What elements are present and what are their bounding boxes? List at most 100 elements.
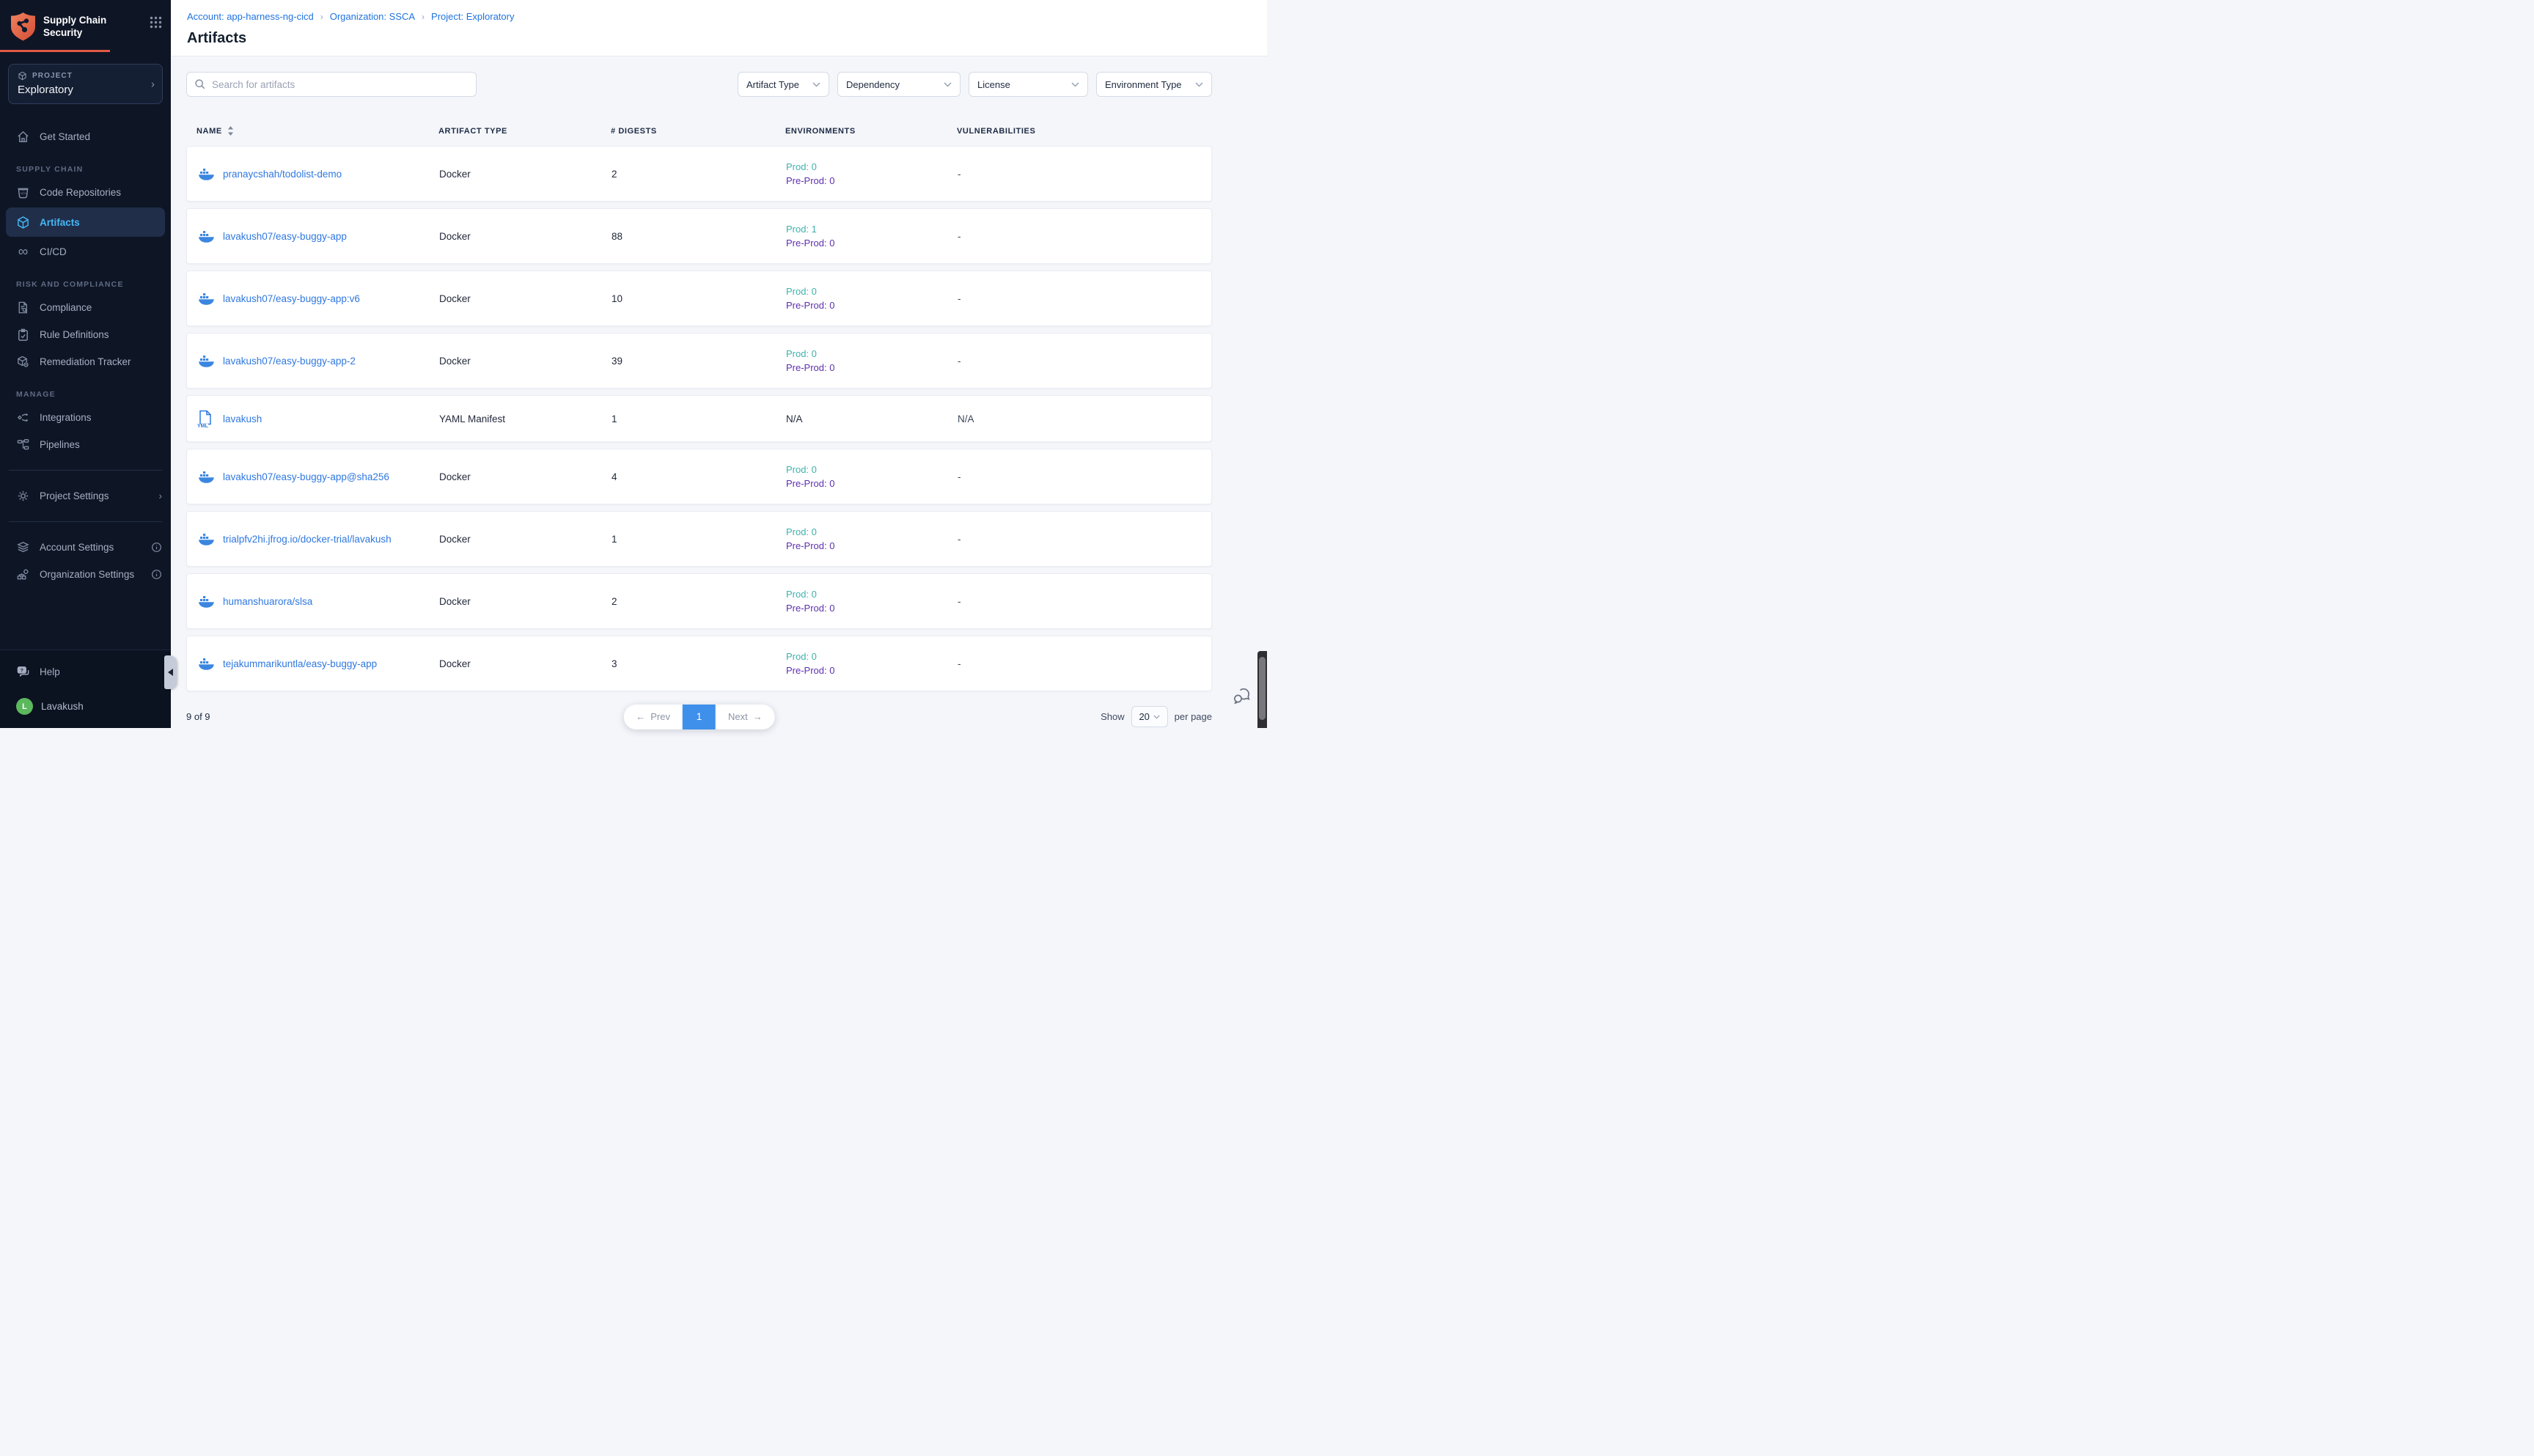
chevron-down-icon <box>1071 82 1079 87</box>
artifact-type-cell: YAML Manifest <box>439 413 612 424</box>
sidebar: Supply Chain Security PROJECT Explorator… <box>0 0 171 728</box>
sidebar-item-label: Account Settings <box>40 542 114 553</box>
user-name: Lavakush <box>41 701 84 712</box>
artifact-link[interactable]: humanshuarora/slsa <box>223 596 312 607</box>
docker-icon <box>199 471 215 483</box>
breadcrumb-account[interactable]: Account: app-harness-ng-cicd <box>187 11 314 22</box>
sidebar-item-pipelines[interactable]: Pipelines <box>0 431 171 458</box>
preprod-link[interactable]: Pre-Prod: 0 <box>786 298 958 312</box>
table-row[interactable]: lavakush07/easy-buggy-app Docker 88 Prod… <box>186 208 1212 264</box>
prod-link[interactable]: Prod: 0 <box>786 650 958 663</box>
per-page-select[interactable]: 20 <box>1131 706 1168 727</box>
table-row[interactable]: humanshuarora/slsa Docker 2 Prod: 0 Pre-… <box>186 573 1212 629</box>
preprod-link[interactable]: Pre-Prod: 0 <box>786 663 958 677</box>
scrollbar-thumb[interactable] <box>1259 657 1266 720</box>
sidebar-item-account-settings[interactable]: Account Settings <box>0 534 171 561</box>
prod-link[interactable]: Prod: 0 <box>786 347 958 361</box>
prod-link[interactable]: Prod: 0 <box>786 587 958 601</box>
preprod-link[interactable]: Pre-Prod: 0 <box>786 236 958 250</box>
artifact-link[interactable]: pranaycshah/todolist-demo <box>223 169 342 180</box>
content: Artifact Type Dependency License Environ… <box>171 56 1267 727</box>
prod-link[interactable]: Prod: 0 <box>786 160 958 174</box>
search-input[interactable] <box>212 79 469 90</box>
prod-link[interactable]: Prod: 0 <box>786 463 958 477</box>
preprod-link[interactable]: Pre-Prod: 0 <box>786 361 958 375</box>
environments-cell: Prod: 1 Pre-Prod: 0 <box>786 222 958 250</box>
vulnerabilities-cell: - <box>958 596 1211 607</box>
table-row[interactable]: tejakummarikuntla/easy-buggy-app Docker … <box>186 636 1212 691</box>
divider <box>9 470 162 471</box>
sidebar-item-integrations[interactable]: Integrations <box>0 404 171 431</box>
filter-license[interactable]: License <box>969 72 1088 97</box>
toolbar: Artifact Type Dependency License Environ… <box>186 72 1212 97</box>
table-row[interactable]: lavakush07/easy-buggy-app@sha256 Docker … <box>186 449 1212 504</box>
sidebar-item-code-repositories[interactable]: </> Code Repositories <box>0 179 171 206</box>
support-chat-icon[interactable] <box>1233 688 1252 705</box>
filter-dependency[interactable]: Dependency <box>837 72 961 97</box>
environments-cell: Prod: 0 Pre-Prod: 0 <box>786 463 958 490</box>
help-button[interactable]: ? Help <box>16 665 162 679</box>
search-box <box>186 72 477 97</box>
sidebar-item-project-settings[interactable]: Project Settings › <box>0 482 171 510</box>
sidebar-item-artifacts[interactable]: Artifacts <box>6 207 165 237</box>
prod-link[interactable]: Prod: 0 <box>786 284 958 298</box>
per-page-suffix: per page <box>1175 711 1212 722</box>
help-chat-icon: ? <box>16 665 30 679</box>
preprod-link[interactable]: Pre-Prod: 0 <box>786 174 958 188</box>
column-header-name[interactable]: NAME <box>197 127 222 136</box>
prod-link[interactable]: Prod: 0 <box>786 525 958 539</box>
sidebar-item-compliance[interactable]: Compliance <box>0 294 171 321</box>
filter-artifact-type[interactable]: Artifact Type <box>738 72 829 97</box>
sidebar-collapse-handle[interactable] <box>164 655 177 689</box>
artifact-link[interactable]: lavakush07/easy-buggy-app:v6 <box>223 293 360 304</box>
prod-link[interactable]: Prod: 1 <box>786 222 958 236</box>
table-row[interactable]: pranaycshah/todolist-demo Docker 2 Prod:… <box>186 146 1212 202</box>
user-menu[interactable]: L Lavakush <box>16 698 162 715</box>
next-button[interactable]: Next → <box>716 705 775 729</box>
digests-cell: 39 <box>612 356 786 367</box>
preprod-link[interactable]: Pre-Prod: 0 <box>786 539 958 553</box>
table-row[interactable]: trialpfv2hi.jfrog.io/docker-trial/lavaku… <box>186 511 1212 567</box>
table-row[interactable]: YML lavakush YAML Manifest 1 N/A N/A <box>186 395 1212 442</box>
info-circle-icon[interactable] <box>151 542 162 553</box>
gear-icon <box>16 489 30 503</box>
artifact-link[interactable]: lavakush07/easy-buggy-app <box>223 231 347 242</box>
sidebar-item-label: Compliance <box>40 302 92 313</box>
prev-button[interactable]: ← Prev <box>623 705 683 729</box>
breadcrumb: Account: app-harness-ng-cicd › Organizat… <box>187 11 1249 22</box>
vertical-scrollbar[interactable] <box>1257 651 1267 728</box>
breadcrumb-organization[interactable]: Organization: SSCA <box>330 11 415 22</box>
breadcrumb-project[interactable]: Project: Exploratory <box>431 11 514 22</box>
preprod-link[interactable]: Pre-Prod: 0 <box>786 477 958 490</box>
sidebar-item-organization-settings[interactable]: Organization Settings <box>0 561 171 588</box>
filter-environment-type[interactable]: Environment Type <box>1096 72 1212 97</box>
artifact-link[interactable]: trialpfv2hi.jfrog.io/docker-trial/lavaku… <box>223 534 392 545</box>
project-selector[interactable]: PROJECT Exploratory › <box>8 64 163 104</box>
clipboard-check-icon <box>16 328 30 342</box>
app-switcher-grid-icon[interactable] <box>150 16 162 29</box>
sidebar-footer: ? Help L Lavakush <box>0 650 171 728</box>
arrow-left-icon: ← <box>636 711 645 722</box>
info-circle-icon[interactable] <box>151 569 162 580</box>
sidebar-item-label: Integrations <box>40 412 92 423</box>
artifact-link[interactable]: lavakush <box>223 413 262 424</box>
sort-icon[interactable] <box>227 126 234 136</box>
project-cube-icon <box>18 71 27 81</box>
sidebar-item-label: Artifacts <box>40 217 80 228</box>
sidebar-item-get-started[interactable]: Get Started <box>0 123 171 150</box>
sidebar-item-remediation-tracker[interactable]: Remediation Tracker <box>0 348 171 375</box>
sidebar-header: Supply Chain Security <box>0 0 171 42</box>
chevron-down-icon <box>812 82 820 87</box>
section-label-risk-compliance: RISK AND COMPLIANCE <box>16 280 171 289</box>
result-count: 9 of 9 <box>186 711 210 722</box>
table-row[interactable]: lavakush07/easy-buggy-app-2 Docker 39 Pr… <box>186 333 1212 389</box>
table-row[interactable]: lavakush07/easy-buggy-app:v6 Docker 10 P… <box>186 271 1212 326</box>
artifact-link[interactable]: tejakummarikuntla/easy-buggy-app <box>223 658 377 669</box>
page-1-button[interactable]: 1 <box>683 705 716 729</box>
artifact-type-cell: Docker <box>439 169 612 180</box>
preprod-link[interactable]: Pre-Prod: 0 <box>786 601 958 615</box>
sidebar-item-rule-definitions[interactable]: Rule Definitions <box>0 321 171 348</box>
artifact-link[interactable]: lavakush07/easy-buggy-app@sha256 <box>223 471 389 482</box>
artifact-link[interactable]: lavakush07/easy-buggy-app-2 <box>223 356 356 367</box>
sidebar-item-cicd[interactable]: ∞ CI/CD <box>0 238 171 265</box>
